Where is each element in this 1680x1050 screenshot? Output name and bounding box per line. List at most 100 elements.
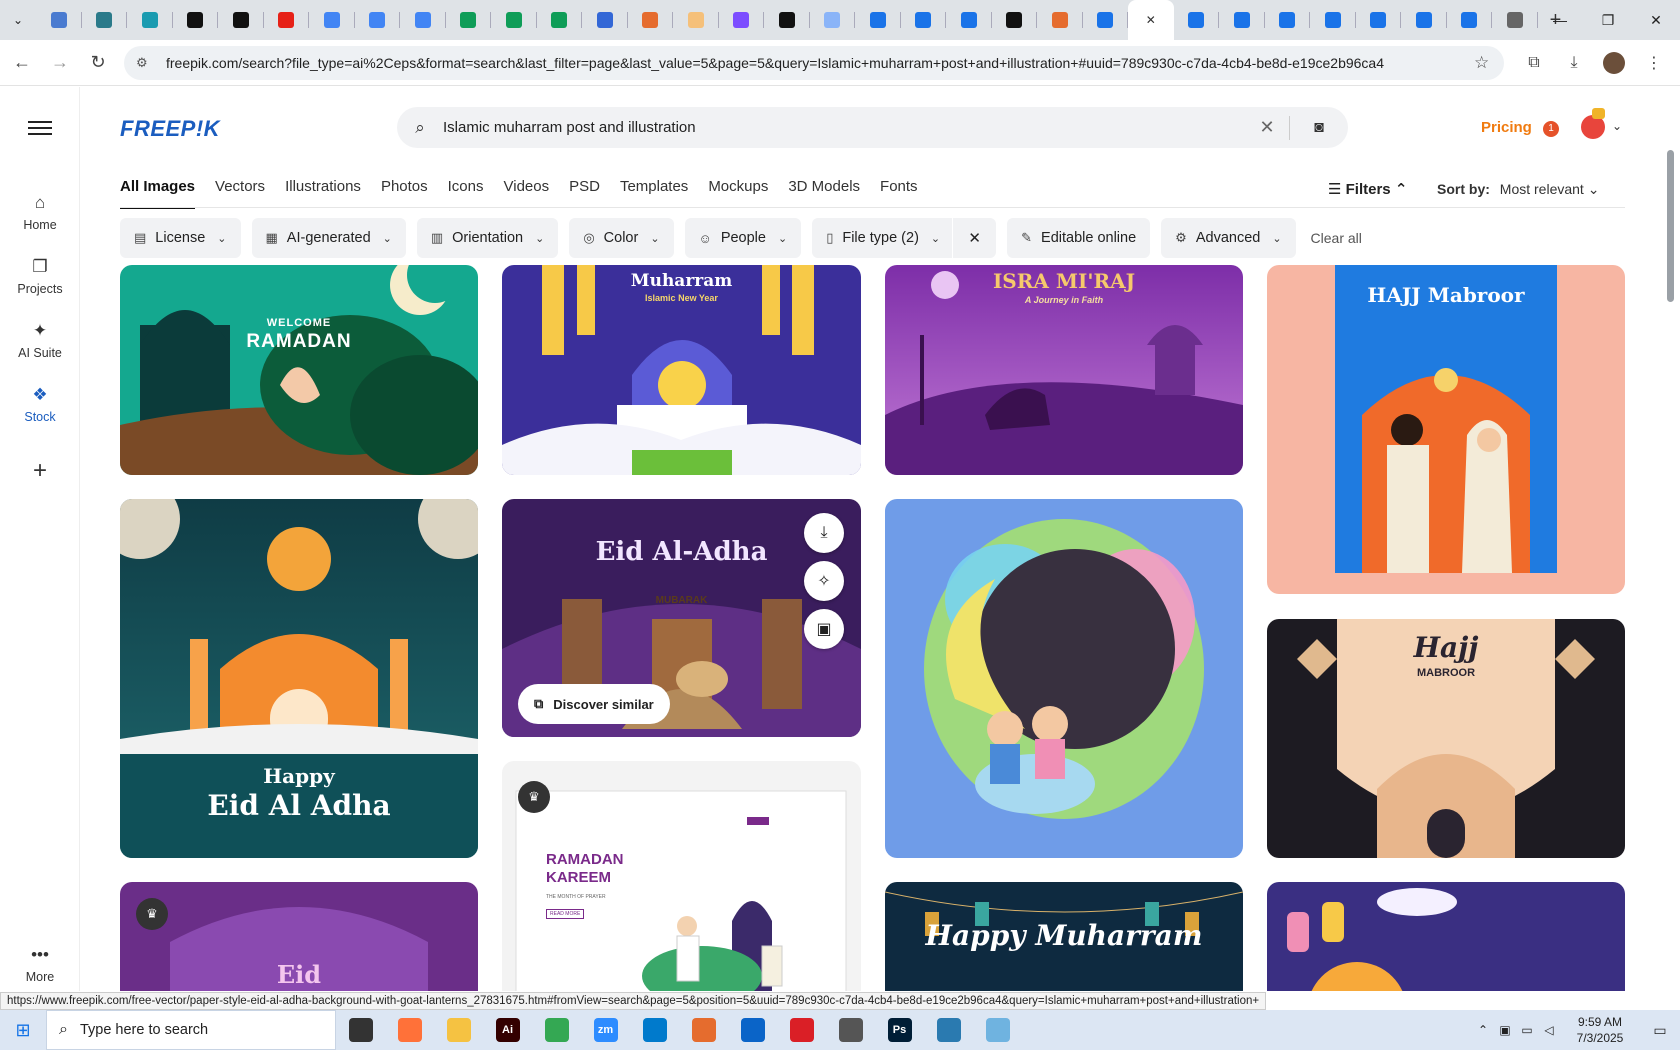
result-card-islamic-new-year-kids[interactable]	[885, 499, 1243, 858]
browser-tab[interactable]	[36, 0, 82, 40]
tab-psd[interactable]: PSD	[569, 178, 600, 209]
result-card-eid-al-adha[interactable]: Happy Eid Al Adha	[120, 499, 478, 858]
browser-tab[interactable]	[1401, 0, 1447, 40]
sidebar-item-more[interactable]: ••• More	[0, 945, 80, 984]
tab-icons[interactable]: Icons	[448, 178, 484, 209]
result-card-ramadan-kareem-web[interactable]: ♛ RAMADAN KAREEM THE MONTH OF PRAYER REA…	[502, 761, 861, 991]
browser-menu-icon[interactable]: ⋮	[1634, 47, 1674, 79]
sidebar-item-projects[interactable]: ❐ Projects	[0, 257, 80, 296]
browser-tab[interactable]	[491, 0, 537, 40]
result-card-night-lanterns[interactable]	[1267, 882, 1625, 991]
taskbar-app[interactable]	[777, 1010, 826, 1050]
bookmark-star-icon[interactable]: ☆	[1474, 53, 1504, 73]
browser-tab[interactable]	[946, 0, 992, 40]
browser-tab[interactable]	[446, 0, 491, 40]
result-card-eid[interactable]: ♛ Eid	[120, 882, 478, 991]
back-icon[interactable]: ←	[6, 47, 38, 79]
result-card-happy-muharram[interactable]: Happy Muharram	[885, 882, 1243, 991]
result-card-muharram[interactable]: Muharram Islamic New Year	[502, 265, 861, 475]
tab-3d-models[interactable]: 3D Models	[788, 178, 860, 209]
clear-search-icon[interactable]: ✕	[1245, 117, 1289, 138]
filter-chip-orientation[interactable]: ▥ Orientation ⌄	[416, 218, 559, 258]
tab-all-images[interactable]: All Images	[120, 178, 196, 209]
browser-tab[interactable]	[127, 0, 173, 40]
page-scrollbar[interactable]	[1667, 150, 1674, 302]
chevron-down-icon[interactable]: ⌄	[1612, 119, 1622, 133]
taskbar-app[interactable]: zm	[581, 1010, 630, 1050]
taskbar-app[interactable]: Ps	[875, 1010, 924, 1050]
browser-tab[interactable]	[1265, 0, 1310, 40]
camera-search-icon[interactable]: ◙	[1290, 119, 1348, 137]
sidebar-item-stock[interactable]: ❖ Stock	[0, 385, 80, 424]
browser-tab[interactable]	[582, 0, 628, 40]
browser-tab[interactable]	[1447, 0, 1492, 40]
result-card-hajj-mabroor[interactable]: HAJJ Mabroor	[1267, 265, 1625, 594]
filter-chip-editable-online[interactable]: ✎ Editable online	[1007, 218, 1151, 258]
browser-tab[interactable]	[1083, 0, 1128, 40]
browser-tab[interactable]	[355, 0, 400, 40]
browser-tab[interactable]	[264, 0, 309, 40]
browser-tab[interactable]	[855, 0, 901, 40]
site-info-icon[interactable]: ⚙	[136, 55, 156, 71]
download-icon[interactable]: ⤓	[804, 513, 844, 553]
taskbar-app[interactable]	[336, 1010, 385, 1050]
browser-tab[interactable]	[309, 0, 355, 40]
search-input[interactable]: Islamic muharram post and illustration	[443, 119, 1245, 136]
browser-tab[interactable]	[1356, 0, 1401, 40]
profile-avatar[interactable]	[1603, 51, 1625, 74]
browser-tab[interactable]	[218, 0, 264, 40]
tab-vectors[interactable]: Vectors	[215, 178, 265, 209]
windows-start-icon[interactable]: ⊞	[0, 1010, 46, 1050]
tab-photos[interactable]: Photos	[381, 178, 428, 209]
result-card-hajj-dark[interactable]: Hajj MABROOR	[1267, 619, 1625, 858]
discover-similar-button[interactable]: ⧉ Discover similar	[518, 684, 670, 724]
browser-tab[interactable]	[764, 0, 810, 40]
tray-app-icon[interactable]: ▣	[1494, 1023, 1516, 1037]
taskbar-app[interactable]: Ai	[483, 1010, 532, 1050]
hamburger-menu-icon[interactable]	[28, 117, 52, 139]
notification-icon[interactable]: ▭	[1640, 1022, 1680, 1039]
network-icon[interactable]: ▭	[1516, 1023, 1538, 1037]
browser-tab[interactable]	[1219, 0, 1265, 40]
result-card-eid-adha-goat[interactable]: Eid Al-Adha MUBARAK ⤓ ✧ ▣ ⧉ Discover sim…	[502, 499, 861, 737]
result-card-isra-miraj[interactable]: ISRA MI'RAJ A Journey in Faith	[885, 265, 1243, 475]
taskbar-app[interactable]	[728, 1010, 777, 1050]
forward-icon[interactable]: →	[44, 47, 76, 79]
close-window-icon[interactable]: ✕	[1632, 0, 1680, 40]
taskbar-app[interactable]	[630, 1010, 679, 1050]
tab-templates[interactable]: Templates	[620, 178, 688, 209]
browser-tab[interactable]	[992, 0, 1037, 40]
ai-edit-icon[interactable]: ✧	[804, 561, 844, 601]
result-card-ramadan[interactable]: WELCOME RAMADAN	[120, 265, 478, 475]
taskbar-app[interactable]	[924, 1010, 973, 1050]
browser-tab[interactable]	[82, 0, 127, 40]
taskbar-app[interactable]	[434, 1010, 483, 1050]
tab-mockups[interactable]: Mockups	[708, 178, 768, 209]
filter-chip-people[interactable]: ☺ People ⌄	[684, 218, 802, 258]
sort-dropdown[interactable]: Sort by: Most relevant ⌄	[1437, 181, 1599, 198]
reload-icon[interactable]: ↻	[82, 47, 114, 79]
volume-icon[interactable]: ◁	[1538, 1023, 1560, 1037]
browser-tab[interactable]	[673, 0, 719, 40]
browser-tab[interactable]	[810, 0, 855, 40]
tab-videos[interactable]: Videos	[504, 178, 550, 209]
sidebar-item-ai-suite[interactable]: ✦ AI Suite	[0, 321, 80, 360]
taskbar-app[interactable]	[532, 1010, 581, 1050]
browser-tab[interactable]	[1174, 0, 1219, 40]
restore-icon[interactable]: ❐	[1584, 0, 1632, 40]
save-to-collection-icon[interactable]: ▣	[804, 609, 844, 649]
sidebar-add-button[interactable]: +	[0, 457, 80, 485]
chevron-up-icon[interactable]: ⌃	[1472, 1023, 1494, 1037]
browser-tab[interactable]	[901, 0, 946, 40]
filters-button[interactable]: ☰ Filters ⌃	[1328, 180, 1407, 198]
filter-chip-license[interactable]: ▤ License ⌄	[120, 218, 241, 258]
tab-fonts[interactable]: Fonts	[880, 178, 918, 209]
clock[interactable]: 9:59 AM 7/3/2025	[1560, 1014, 1640, 1046]
filter-chip-color[interactable]: ◎ Color ⌄	[569, 218, 674, 258]
freepik-logo[interactable]: FREEP!K	[120, 116, 220, 142]
browser-tab[interactable]	[1037, 0, 1083, 40]
minimize-icon[interactable]: —	[1536, 0, 1584, 40]
filter-chip-advanced[interactable]: ⚙ Advanced ⌄	[1161, 218, 1296, 258]
omnibox[interactable]: ⚙ freepik.com/search?file_type=ai%2Ceps&…	[124, 45, 1504, 80]
taskbar-search[interactable]: ⌕ Type here to search	[46, 1010, 336, 1050]
